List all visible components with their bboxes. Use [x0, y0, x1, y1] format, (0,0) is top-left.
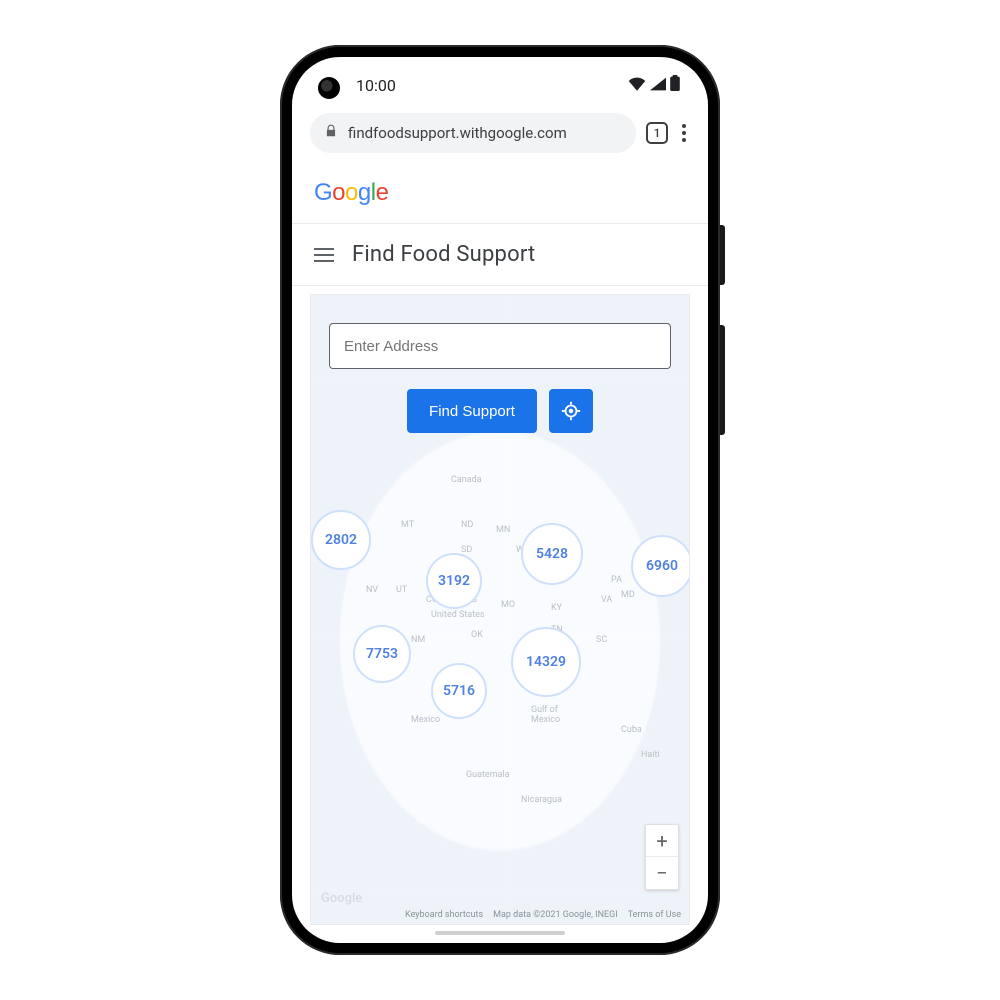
- map-region-label: KY: [551, 603, 562, 613]
- url-bar[interactable]: findfoodsupport.withgoogle.com: [310, 113, 636, 153]
- crosshair-icon: [560, 400, 582, 422]
- battery-icon: [670, 75, 680, 95]
- power-button: [720, 225, 725, 285]
- map-region-label: Cuba: [621, 725, 642, 735]
- title-row: Find Food Support: [292, 224, 708, 285]
- action-button-row: Find Support: [311, 389, 689, 433]
- map-footer: Keyboard shortcuts Map data ©2021 Google…: [319, 910, 681, 920]
- map-region-label: OK: [471, 630, 483, 640]
- map-region-label: Nicaragua: [521, 795, 562, 805]
- map-region-label: Mexico: [531, 715, 560, 725]
- map-region-label: UT: [396, 585, 407, 595]
- keyboard-shortcuts-link[interactable]: Keyboard shortcuts: [405, 910, 483, 920]
- map-region-label: Canada: [451, 475, 482, 485]
- zoom-control: + −: [645, 824, 679, 890]
- home-indicator: [435, 931, 565, 935]
- status-time: 10:00: [356, 76, 396, 95]
- map-container[interactable]: CanadaMTNDSDMNWINENVUTCOKSMOUnited State…: [310, 294, 690, 925]
- tab-switcher[interactable]: 1: [646, 122, 668, 144]
- zoom-in-button[interactable]: +: [646, 825, 678, 857]
- map-region-label: NM: [411, 635, 425, 645]
- map-attribution: Map data ©2021 Google, INEGI: [493, 910, 618, 920]
- zoom-out-button[interactable]: −: [646, 857, 678, 889]
- find-support-button[interactable]: Find Support: [407, 389, 537, 433]
- map-region-label: NV: [366, 585, 378, 595]
- divider: [292, 285, 708, 286]
- url-text: findfoodsupport.withgoogle.com: [348, 124, 567, 142]
- google-logo: Google: [314, 179, 388, 206]
- front-camera: [318, 77, 340, 99]
- map-cluster[interactable]: 5716: [431, 663, 487, 719]
- address-input[interactable]: [344, 338, 656, 355]
- map-region-label: ND: [461, 520, 473, 530]
- map-cluster[interactable]: 14329: [511, 627, 581, 697]
- map-region-label: MD: [621, 590, 635, 600]
- map-region-label: MO: [501, 600, 515, 610]
- map-cluster[interactable]: 5428: [521, 523, 583, 585]
- overflow-menu-icon[interactable]: [678, 124, 690, 142]
- map-region-label: Haiti: [641, 750, 660, 760]
- map-region-label: PA: [611, 575, 622, 585]
- terms-link[interactable]: Terms of Use: [628, 910, 681, 920]
- tab-count-value: 1: [654, 126, 661, 140]
- page-title: Find Food Support: [352, 242, 535, 267]
- cellular-icon: [650, 76, 666, 95]
- map-region-label: MT: [401, 520, 414, 530]
- volume-button: [720, 325, 725, 435]
- map-cluster[interactable]: 7753: [353, 625, 411, 683]
- map-cluster[interactable]: 6960: [631, 535, 690, 597]
- address-input-wrapper: [329, 323, 671, 369]
- browser-toolbar: findfoodsupport.withgoogle.com 1: [292, 105, 708, 165]
- map-region-label: VA: [601, 595, 612, 605]
- map-cluster[interactable]: 3192: [426, 553, 482, 609]
- phone-frame: 10:00 findfoodsupport.withgoogle.com: [280, 45, 720, 955]
- wifi-icon: [628, 76, 646, 95]
- lock-icon: [324, 124, 338, 142]
- google-logo-row: Google: [292, 165, 708, 223]
- map-region-label: Guatemala: [466, 770, 510, 780]
- map-region-label: Gulf of: [531, 705, 558, 715]
- map-google-logo: Google: [321, 891, 362, 906]
- hamburger-menu-icon[interactable]: [314, 248, 334, 262]
- map-cluster[interactable]: 2802: [311, 510, 371, 570]
- locate-me-button[interactable]: [549, 389, 593, 433]
- map-region-label: United States: [431, 610, 485, 620]
- phone-screen: 10:00 findfoodsupport.withgoogle.com: [292, 57, 708, 943]
- map-region-label: MN: [496, 525, 510, 535]
- status-bar: 10:00: [292, 57, 708, 105]
- map-region-label: SC: [596, 635, 607, 645]
- map-region-label: Mexico: [411, 715, 440, 725]
